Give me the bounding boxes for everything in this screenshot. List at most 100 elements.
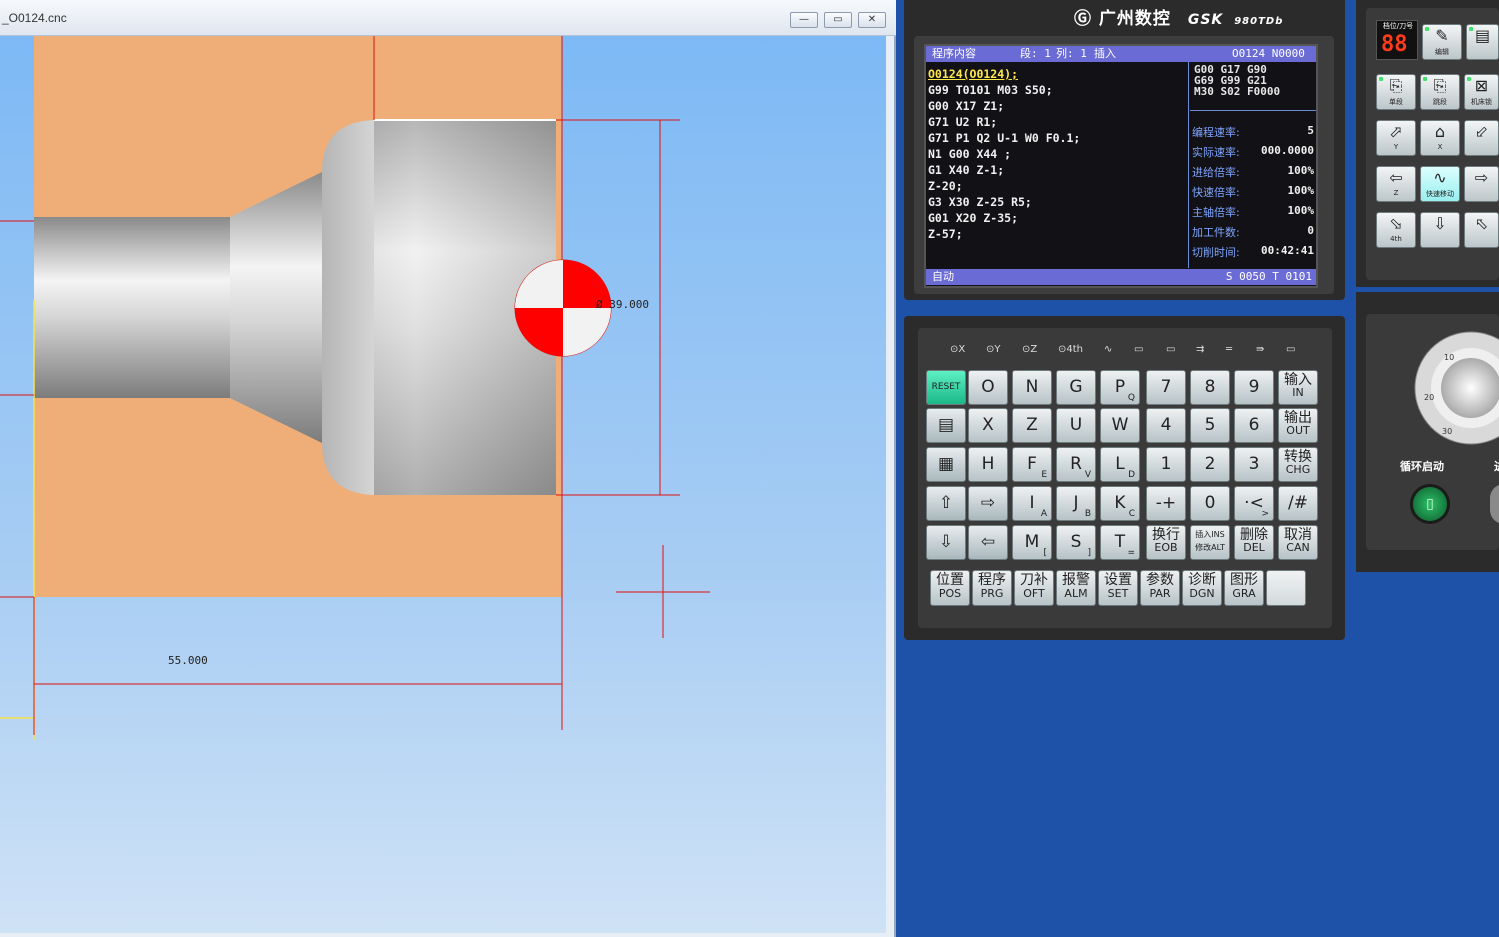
window-titlebar[interactable]: _O0124.cnc — ▭ ✕: [0, 0, 896, 36]
insert-alter-key[interactable]: 插入INS 修改ALT: [1190, 525, 1230, 560]
gra-key[interactable]: 图形 GRA: [1224, 570, 1264, 606]
page-key-icon[interactable]: ▤: [926, 408, 966, 443]
input-key[interactable]: 输入 IN: [1278, 370, 1318, 405]
dgn-key[interactable]: 诊断 DGN: [1182, 570, 1222, 606]
stat-row: 加工件数: 0: [1192, 224, 1314, 239]
indicator-icon: ⇉: [1196, 344, 1205, 355]
program-listing: O0124(O0124); G99 T0101 M03 S50; G00 X17…: [928, 66, 1184, 242]
window-title: _O0124.cnc: [2, 11, 67, 25]
modal-line: M30 S02 F0000: [1194, 85, 1281, 98]
key-g[interactable]: G: [1056, 370, 1096, 405]
key-slash[interactable]: /#: [1278, 486, 1318, 521]
machine-lock-button[interactable]: ⊠ 机床锁: [1464, 74, 1499, 110]
key-f[interactable]: FE: [1012, 447, 1052, 482]
key-minus-plus[interactable]: -+: [1146, 486, 1186, 521]
key-o[interactable]: O: [968, 370, 1008, 405]
single-block-button[interactable]: ⎘ 单段: [1376, 74, 1416, 110]
lcd-edit-mode: 插入: [1094, 47, 1116, 60]
handwheel-icon[interactable]: 10 20 30: [1406, 330, 1499, 450]
key-w[interactable]: W: [1100, 408, 1140, 443]
program-line: G99 T0101 M03 S50;: [928, 83, 1053, 97]
lcd-panel: Ⓖ 广州数控 GSK 980TDb 程序内容 段: 1 列: 1 插入 O012…: [904, 0, 1345, 300]
lcd-column: 列: 1: [1056, 47, 1087, 60]
key-0[interactable]: 0: [1190, 486, 1230, 521]
key-8[interactable]: 8: [1190, 370, 1230, 405]
key-x[interactable]: X: [968, 408, 1008, 443]
jog-4th-button[interactable]: ⬂ 4th: [1376, 212, 1416, 248]
output-key[interactable]: 输出 OUT: [1278, 408, 1318, 443]
key-m[interactable]: M[: [1012, 525, 1052, 560]
machining-stats: 编程速率: 5 实际速率: 000.0000 进给倍率: 100% 快速倍率: 100%…: [1192, 124, 1316, 264]
cycle-start-button[interactable]: ▯: [1410, 484, 1450, 524]
up-arrow-icon[interactable]: ⇧: [926, 486, 966, 521]
delete-key[interactable]: 删除 DEL: [1234, 525, 1274, 560]
key-6[interactable]: 6: [1234, 408, 1274, 443]
key-u[interactable]: U: [1056, 408, 1096, 443]
eob-key[interactable]: 换行 EOB: [1146, 525, 1186, 560]
shaft-small-diameter: [34, 217, 230, 398]
maximize-button[interactable]: ▭: [824, 12, 852, 28]
key-4[interactable]: 4: [1146, 408, 1186, 443]
close-button[interactable]: ✕: [858, 12, 886, 28]
stat-row: 进给倍率: 100%: [1192, 164, 1314, 179]
simulation-canvas[interactable]: 55.000 Ø 39.000: [0, 36, 886, 933]
key-s[interactable]: S]: [1056, 525, 1096, 560]
key-n[interactable]: N: [1012, 370, 1052, 405]
key-k[interactable]: KC: [1100, 486, 1140, 521]
stat-row: 实际速率: 000.0000: [1192, 144, 1314, 159]
oft-key[interactable]: 刀补 OFT: [1014, 570, 1054, 606]
key-7[interactable]: 7: [1146, 370, 1186, 405]
key-r[interactable]: RV: [1056, 447, 1096, 482]
key-9[interactable]: 9: [1234, 370, 1274, 405]
program-line: Z-57;: [928, 227, 963, 241]
lcd-program-number: O0124 N0000: [1232, 47, 1305, 60]
key-t[interactable]: T =: [1100, 525, 1140, 560]
program-line: G1 X40 Z-1;: [928, 163, 1005, 177]
reset-key[interactable]: RESET: [926, 370, 966, 405]
brand-model: 980TDb: [1234, 16, 1284, 27]
home-z-button[interactable]: ⬃: [1464, 120, 1499, 156]
cycle-start-label: 循环启动: [1400, 460, 1444, 473]
key-i[interactable]: IA: [1012, 486, 1052, 521]
jog-diag-button[interactable]: ⬁: [1464, 212, 1499, 248]
left-arrow-icon[interactable]: ⇦: [968, 525, 1008, 560]
key-j[interactable]: JB: [1056, 486, 1096, 521]
right-arrow-icon[interactable]: ⇨: [968, 486, 1008, 521]
key-1[interactable]: 1: [1146, 447, 1186, 482]
key-p[interactable]: PQ: [1100, 370, 1140, 405]
jog-x-minus-button[interactable]: ⇩: [1420, 212, 1460, 248]
alm-key[interactable]: 报警 ALM: [1056, 570, 1096, 606]
set-key[interactable]: 设置 SET: [1098, 570, 1138, 606]
key-z[interactable]: Z: [1012, 408, 1052, 443]
edit-mode-button[interactable]: ✎ 编辑: [1422, 24, 1462, 60]
lcd-spindle-tool: S 0050 T 0101: [1225, 270, 1312, 283]
cancel-key[interactable]: 取消 CAN: [1278, 525, 1318, 560]
indicator-icon: ▭: [1286, 344, 1296, 355]
key-3[interactable]: 3: [1234, 447, 1274, 482]
axis-z-indicator: ⊙ Z: [1022, 344, 1038, 355]
blank-key[interactable]: [1266, 570, 1306, 606]
change-key[interactable]: 转换 CHG: [1278, 447, 1318, 482]
stat-row: 编程速率: 5: [1192, 124, 1314, 139]
block-skip-button[interactable]: ⎘ 跳段: [1420, 74, 1460, 110]
mode-button[interactable]: ▤: [1466, 24, 1499, 60]
pos-key[interactable]: 位置 POS: [930, 570, 970, 606]
jog-z-minus-button[interactable]: ⇦ Z: [1376, 166, 1416, 202]
page-down-key-icon[interactable]: ▦: [926, 447, 966, 482]
minimize-button[interactable]: —: [790, 12, 818, 28]
par-key[interactable]: 参数 PAR: [1140, 570, 1180, 606]
prg-key[interactable]: 程序 PRG: [972, 570, 1012, 606]
key-h[interactable]: H: [968, 447, 1008, 482]
down-arrow-icon[interactable]: ⇩: [926, 525, 966, 560]
rapid-traverse-button[interactable]: ∿ 快速移动: [1420, 166, 1460, 202]
program-line: G3 X30 Z-25 R5;: [928, 195, 1032, 209]
key-dot[interactable]: ·< >: [1234, 486, 1274, 521]
key-5[interactable]: 5: [1190, 408, 1230, 443]
key-l[interactable]: LD: [1100, 447, 1140, 482]
program-line: O0124(O0124);: [928, 67, 1019, 81]
home-x-button[interactable]: ⌂ X: [1420, 120, 1460, 156]
program-line: G71 P1 Q2 U-1 W0 F0.1;: [928, 131, 1081, 145]
jog-z-plus-button[interactable]: ⇨: [1464, 166, 1499, 202]
key-2[interactable]: 2: [1190, 447, 1230, 482]
home-y-button[interactable]: ⬀ Y: [1376, 120, 1416, 156]
